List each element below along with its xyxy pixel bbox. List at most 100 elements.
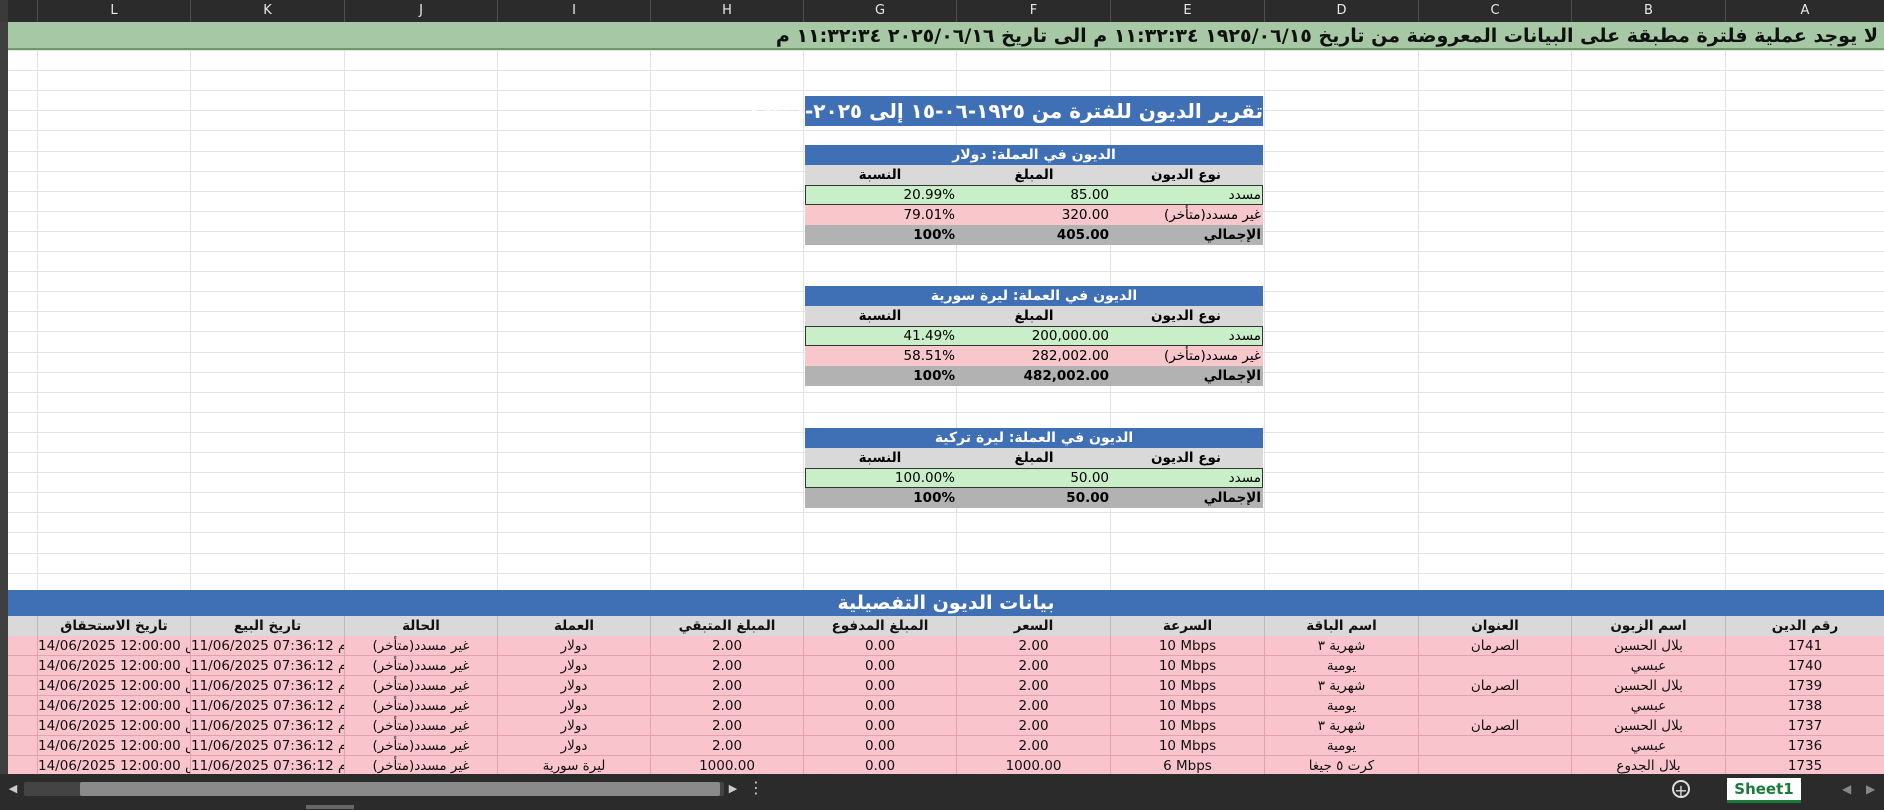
table-cell[interactable]: 1735 xyxy=(1725,756,1884,774)
table-cell[interactable]: 10 Mbps xyxy=(1110,696,1264,716)
table-cell[interactable]: غير مسدد(متأخر) xyxy=(344,736,497,756)
table-cell[interactable]: 11/06/2025 07:36:12 م xyxy=(190,656,344,676)
summary-cell-amount[interactable]: 50.00 xyxy=(959,488,1109,508)
table-row[interactable]: 1740 عبسي يومية 10 Mbps 2.00 0.00 2.00 دولار غير… xyxy=(8,656,1884,676)
table-cell[interactable]: 10 Mbps xyxy=(1110,656,1264,676)
table-row[interactable]: 1736 عبسي يومية 10 Mbps 2.00 0.00 2.00 دولار غير… xyxy=(8,736,1884,756)
add-sheet-icon[interactable]: + xyxy=(1672,780,1690,799)
table-cell[interactable]: 10 Mbps xyxy=(1110,716,1264,736)
column-header-g[interactable]: G xyxy=(803,0,956,22)
table-cell[interactable]: 0.00 xyxy=(803,656,956,676)
table-cell[interactable]: غير مسدد(متأخر) xyxy=(344,656,497,676)
table-cell[interactable]: 0.00 xyxy=(803,696,956,716)
summary-cell-percent[interactable]: 100.00% xyxy=(805,468,955,488)
summary-cell-percent[interactable]: 100% xyxy=(805,488,955,508)
table-cell[interactable]: 1739 xyxy=(1725,676,1884,696)
table-cell[interactable]: 1000.00 xyxy=(956,756,1110,774)
table-cell[interactable]: 2.00 xyxy=(650,696,803,716)
table-cell[interactable]: 0.00 xyxy=(803,716,956,736)
summary-cell-type[interactable]: مسدد xyxy=(1111,468,1261,488)
select-all-corner[interactable] xyxy=(0,0,8,22)
table-cell[interactable]: 0.00 xyxy=(803,636,956,656)
table-cell[interactable]: عبسي xyxy=(1571,736,1725,756)
table-cell[interactable]: 10 Mbps xyxy=(1110,636,1264,656)
table-cell[interactable]: 2.00 xyxy=(956,656,1110,676)
table-cell[interactable]: 2.00 xyxy=(956,696,1110,716)
column-header-b[interactable]: B xyxy=(1571,0,1725,22)
table-cell[interactable]: 11/06/2025 07:36:12 م xyxy=(190,636,344,656)
table-cell[interactable]: شهرية ٣ xyxy=(1264,676,1418,696)
sheet-tab[interactable]: Sheet1 xyxy=(1727,778,1801,803)
table-cell[interactable]: يومية xyxy=(1264,656,1418,676)
table-cell[interactable]: 14/06/2025 12:00:00 ص xyxy=(37,676,190,696)
table-cell[interactable]: 1737 xyxy=(1725,716,1884,736)
table-cell[interactable]: 11/06/2025 07:36:12 م xyxy=(190,716,344,736)
table-cell[interactable]: 10 Mbps xyxy=(1110,736,1264,756)
table-cell[interactable]: 2.00 xyxy=(650,736,803,756)
horizontal-scrollbar[interactable] xyxy=(24,782,724,796)
column-header-d[interactable]: D xyxy=(1264,0,1418,22)
table-cell[interactable]: عبسي xyxy=(1571,696,1725,716)
table-cell[interactable]: دولار xyxy=(497,716,650,736)
table-cell[interactable]: ليرة سورية xyxy=(497,756,650,774)
more-options-icon[interactable]: ⋮ xyxy=(748,778,764,797)
table-cell[interactable]: غير مسدد(متأخر) xyxy=(344,636,497,656)
column-header-f[interactable]: F xyxy=(956,0,1110,22)
next-sheet-icon[interactable]: ▶ xyxy=(1866,782,1875,796)
table-cell[interactable]: 14/06/2025 12:00:00 ص xyxy=(37,656,190,676)
table-cell[interactable]: كرت ٥ جيغا xyxy=(1264,756,1418,774)
table-cell[interactable]: بلال الجدوع xyxy=(1571,756,1725,774)
summary-cell-amount[interactable]: 85.00 xyxy=(959,185,1109,205)
summary-cell-percent[interactable]: 100% xyxy=(805,366,955,386)
table-cell[interactable]: 14/06/2025 12:00:00 ص xyxy=(37,736,190,756)
table-cell[interactable]: 1738 xyxy=(1725,696,1884,716)
table-row[interactable]: 1735 بلال الجدوع كرت ٥ جيغا 6 Mbps 1000.00 0.… xyxy=(8,756,1884,774)
table-cell[interactable]: 2.00 xyxy=(956,736,1110,756)
table-cell[interactable]: يومية xyxy=(1264,696,1418,716)
table-row[interactable]: 1738 عبسي يومية 10 Mbps 2.00 0.00 2.00 دولار غير… xyxy=(8,696,1884,716)
table-cell[interactable]: الصرمان xyxy=(1418,716,1571,736)
table-cell[interactable]: 11/06/2025 07:36:12 م xyxy=(190,696,344,716)
table-cell[interactable]: 14/06/2025 12:00:00 ص xyxy=(37,756,190,774)
table-cell[interactable]: 0.00 xyxy=(803,736,956,756)
summary-cell-amount[interactable]: 50.00 xyxy=(959,468,1109,488)
table-cell[interactable]: 2.00 xyxy=(650,636,803,656)
summary-cell-percent[interactable]: 58.51% xyxy=(805,346,955,366)
summary-cell-type[interactable]: الإجمالي xyxy=(1111,225,1261,245)
table-row[interactable]: 1741 بلال الحسين الصرمان شهرية ٣ 10 Mbps 2.00… xyxy=(8,636,1884,656)
summary-cell-type[interactable]: مسدد xyxy=(1111,326,1261,346)
table-cell[interactable]: الصرمان xyxy=(1418,676,1571,696)
table-row[interactable]: 1739 بلال الحسين الصرمان شهرية ٣ 10 Mbps 2.00… xyxy=(8,676,1884,696)
table-cell[interactable]: 14/06/2025 12:00:00 ص xyxy=(37,716,190,736)
table-cell[interactable]: بلال الحسين xyxy=(1571,716,1725,736)
summary-cell-percent[interactable]: 79.01% xyxy=(805,205,955,225)
summary-cell-percent[interactable]: 41.49% xyxy=(805,326,955,346)
table-cell[interactable]: 14/06/2025 12:00:00 ص xyxy=(37,696,190,716)
summary-cell-amount[interactable]: 482,002.00 xyxy=(959,366,1109,386)
table-cell[interactable]: دولار xyxy=(497,696,650,716)
table-cell[interactable]: الصرمان xyxy=(1418,636,1571,656)
column-header-i[interactable]: I xyxy=(497,0,650,22)
table-cell[interactable]: 2.00 xyxy=(650,716,803,736)
table-cell[interactable]: 2.00 xyxy=(650,676,803,696)
table-cell[interactable]: 1000.00 xyxy=(650,756,803,774)
column-header-a[interactable]: A xyxy=(1725,0,1884,22)
table-cell[interactable]: 10 Mbps xyxy=(1110,676,1264,696)
table-row[interactable]: 1737 بلال الحسين الصرمان شهرية ٣ 10 Mbps 2.00… xyxy=(8,716,1884,736)
table-cell[interactable]: 6 Mbps xyxy=(1110,756,1264,774)
column-header-c[interactable]: C xyxy=(1418,0,1571,22)
table-cell[interactable]: 1741 xyxy=(1725,636,1884,656)
summary-cell-percent[interactable]: 20.99% xyxy=(805,185,955,205)
table-cell[interactable] xyxy=(1418,656,1571,676)
summary-cell-type[interactable]: غير مسدد(متأخر) xyxy=(1111,346,1261,366)
column-header-j[interactable]: J xyxy=(344,0,497,22)
table-cell[interactable]: 11/06/2025 07:36:12 م xyxy=(190,676,344,696)
scroll-right-icon[interactable]: ▶ xyxy=(726,780,740,798)
table-cell[interactable]: شهرية ٣ xyxy=(1264,716,1418,736)
table-cell[interactable]: 2.00 xyxy=(956,636,1110,656)
table-cell[interactable]: بلال الحسين xyxy=(1571,636,1725,656)
table-cell[interactable]: 2.00 xyxy=(650,656,803,676)
table-cell[interactable]: غير مسدد(متأخر) xyxy=(344,756,497,774)
summary-cell-type[interactable]: مسدد xyxy=(1111,185,1261,205)
worksheet-grid[interactable]: لا يوجد عملية فلترة مطبقة على البيانات ا… xyxy=(8,22,1884,774)
